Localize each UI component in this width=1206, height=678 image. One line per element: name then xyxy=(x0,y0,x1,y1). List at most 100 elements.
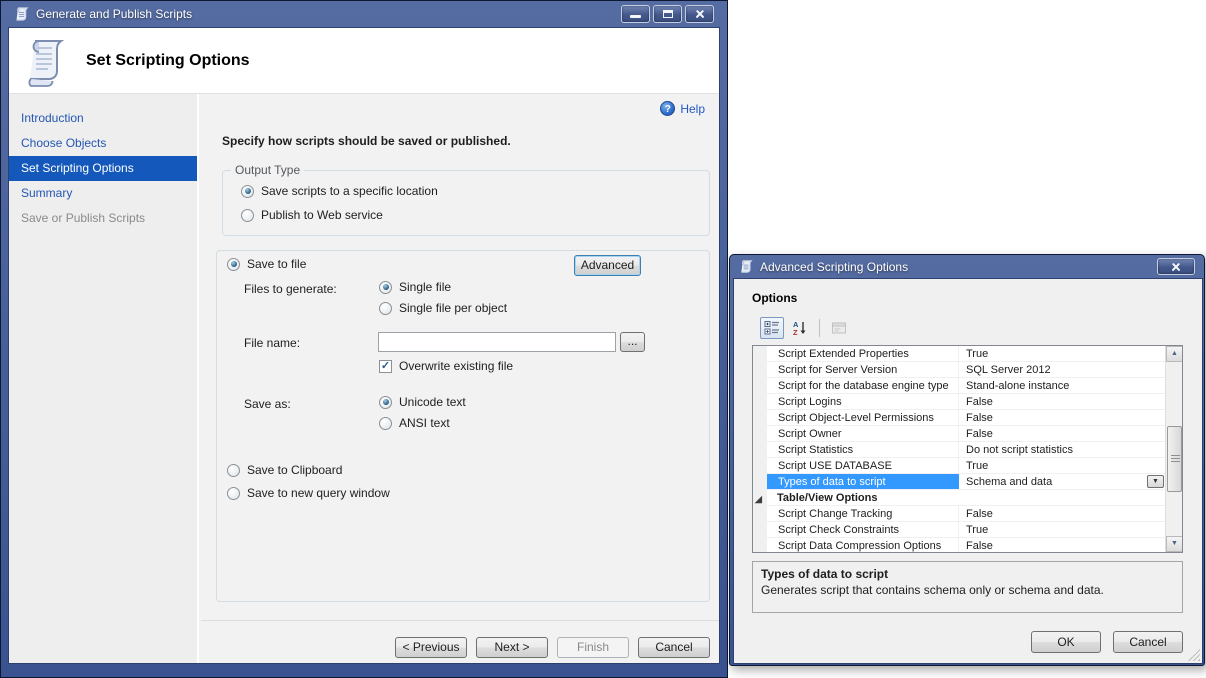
dialog-titlebar[interactable]: Advanced Scripting Options xyxy=(733,255,1201,278)
property-row[interactable]: Script Owner False xyxy=(753,426,1165,442)
files-to-generate-label: Files to generate: xyxy=(244,282,337,296)
scroll-icon xyxy=(14,6,30,22)
close-icon xyxy=(1170,261,1182,273)
radio-label: Unicode text xyxy=(399,395,466,409)
wizard-footer: < Previous Next > Finish Cancel xyxy=(201,620,719,664)
wizard-content: ? Help Specify how scripts should be sav… xyxy=(201,94,719,663)
wizard-sidebar: Introduction Choose Objects Set Scriptin… xyxy=(9,94,199,663)
value-dropdown-button[interactable]: ▼ xyxy=(1147,475,1164,488)
cancel-button[interactable]: Cancel xyxy=(638,637,710,658)
property-row[interactable]: Script for the database engine type Stan… xyxy=(753,378,1165,394)
property-row[interactable]: Script Statistics Do not script statisti… xyxy=(753,442,1165,458)
radio-single-file[interactable]: Single file xyxy=(379,280,451,294)
checkbox-checked-icon: ✓ xyxy=(379,360,392,373)
toolbar-separator xyxy=(819,319,820,337)
radio-save-scripts-location[interactable]: Save scripts to a specific location xyxy=(241,184,438,198)
radio-label: Save to Clipboard xyxy=(247,463,342,477)
close-button[interactable] xyxy=(685,5,714,23)
property-row[interactable]: Script Check Constraints True xyxy=(753,522,1165,538)
content-heading: Specify how scripts should be saved or p… xyxy=(222,134,511,148)
window-controls xyxy=(621,5,714,23)
categorized-icon xyxy=(764,320,780,336)
sidebar-item-summary[interactable]: Summary xyxy=(9,181,197,206)
options-label: Options xyxy=(752,291,797,305)
dialog-close-button[interactable] xyxy=(1157,258,1195,275)
radio-label: Save scripts to a specific location xyxy=(261,184,438,198)
property-description-panel: Types of data to script Generates script… xyxy=(752,561,1183,613)
radio-save-to-file[interactable]: Save to file xyxy=(227,257,306,271)
radio-selected-icon xyxy=(379,281,392,294)
radio-ansi-text[interactable]: ANSI text xyxy=(379,416,450,430)
description-title: Types of data to script xyxy=(761,567,1174,581)
property-grid-toolbar: A Z xyxy=(760,317,851,339)
property-row[interactable]: Script USE DATABASE True xyxy=(753,458,1165,474)
svg-text:Z: Z xyxy=(793,328,798,336)
radio-publish-web-service[interactable]: Publish to Web service xyxy=(241,208,383,222)
radio-icon xyxy=(379,302,392,315)
radio-unicode-text[interactable]: Unicode text xyxy=(379,395,466,409)
advanced-button[interactable]: Advanced xyxy=(574,255,641,276)
radio-selected-icon xyxy=(379,396,392,409)
generate-publish-scripts-window: Generate and Publish Scripts Set Scripti… xyxy=(0,0,728,678)
file-name-label: File name: xyxy=(244,336,300,350)
output-type-group-label: Output Type xyxy=(231,163,304,177)
property-row[interactable]: Script Change Tracking False xyxy=(753,506,1165,522)
ok-button[interactable]: OK xyxy=(1031,631,1101,653)
scrollbar-thumb[interactable] xyxy=(1167,426,1182,492)
wizard-header: Set Scripting Options xyxy=(9,28,720,94)
sidebar-item-set-scripting-options[interactable]: Set Scripting Options xyxy=(9,156,197,181)
resize-grip[interactable] xyxy=(1188,649,1200,661)
sidebar-item-choose-objects[interactable]: Choose Objects xyxy=(9,131,197,156)
grid-scrollbar[interactable]: ▲ ▼ xyxy=(1165,346,1182,552)
scroll-icon-large xyxy=(23,35,71,87)
radio-label: Save to file xyxy=(247,257,306,271)
radio-label: Save to new query window xyxy=(247,486,390,500)
minimize-button[interactable] xyxy=(621,5,650,23)
collapse-icon[interactable]: ◢ xyxy=(755,491,762,507)
dialog-cancel-button[interactable]: Cancel xyxy=(1113,631,1183,653)
property-row[interactable]: Script Data Compression Options False xyxy=(753,538,1165,553)
radio-selected-icon xyxy=(227,258,240,271)
dialog-body: Options A Z xyxy=(733,278,1203,664)
radio-single-file-per-object[interactable]: Single file per object xyxy=(379,301,507,315)
window-title: Generate and Publish Scripts xyxy=(36,7,192,21)
main-window-titlebar[interactable]: Generate and Publish Scripts xyxy=(8,1,720,27)
page-title: Set Scripting Options xyxy=(86,52,250,70)
property-row[interactable]: Script Object-Level Permissions False xyxy=(753,410,1165,426)
wizard-nav-buttons: < Previous Next > Finish Cancel xyxy=(395,637,710,658)
wizard-body: Set Scripting Options Introduction Choos… xyxy=(8,27,720,664)
property-grid: Script Extended Properties True Script f… xyxy=(752,345,1183,553)
thumb-grip-icon xyxy=(1171,455,1180,463)
sidebar-item-save-or-publish-scripts: Save or Publish Scripts xyxy=(9,206,197,231)
browse-button[interactable]: ... xyxy=(620,332,645,352)
radio-icon xyxy=(241,209,254,222)
categorized-view-button[interactable] xyxy=(760,317,784,339)
category-row[interactable]: ◢ Table/View Options xyxy=(753,490,1165,506)
scroll-down-icon[interactable]: ▼ xyxy=(1166,536,1183,552)
property-row[interactable]: Script Logins False xyxy=(753,394,1165,410)
dialog-title: Advanced Scripting Options xyxy=(760,260,908,274)
help-icon: ? xyxy=(660,101,675,116)
radio-save-to-new-query-window[interactable]: Save to new query window xyxy=(227,486,390,500)
file-name-input[interactable] xyxy=(378,332,616,352)
property-row[interactable]: Script for Server Version SQL Server 201… xyxy=(753,362,1165,378)
maximize-button[interactable] xyxy=(653,5,682,23)
dialog-buttons: OK Cancel xyxy=(1031,631,1183,653)
radio-save-to-clipboard[interactable]: Save to Clipboard xyxy=(227,463,342,477)
next-button[interactable]: Next > xyxy=(476,637,548,658)
maximize-icon xyxy=(663,10,673,18)
help-link[interactable]: ? Help xyxy=(660,101,705,116)
finish-button: Finish xyxy=(557,637,629,658)
previous-button[interactable]: < Previous xyxy=(395,637,467,658)
sidebar-item-introduction[interactable]: Introduction xyxy=(9,106,197,131)
property-row-selected[interactable]: Types of data to script Schema and data … xyxy=(753,474,1165,490)
alphabetical-sort-button[interactable]: A Z xyxy=(788,317,812,339)
minimize-icon xyxy=(630,15,641,18)
radio-icon xyxy=(227,487,240,500)
scroll-icon xyxy=(739,259,754,274)
checkbox-label: Overwrite existing file xyxy=(399,359,513,373)
overwrite-existing-file-checkbox[interactable]: ✓ Overwrite existing file xyxy=(379,359,513,373)
radio-label: Single file xyxy=(399,280,451,294)
property-row[interactable]: Script Extended Properties True xyxy=(753,346,1165,362)
scroll-up-icon[interactable]: ▲ xyxy=(1166,346,1183,362)
